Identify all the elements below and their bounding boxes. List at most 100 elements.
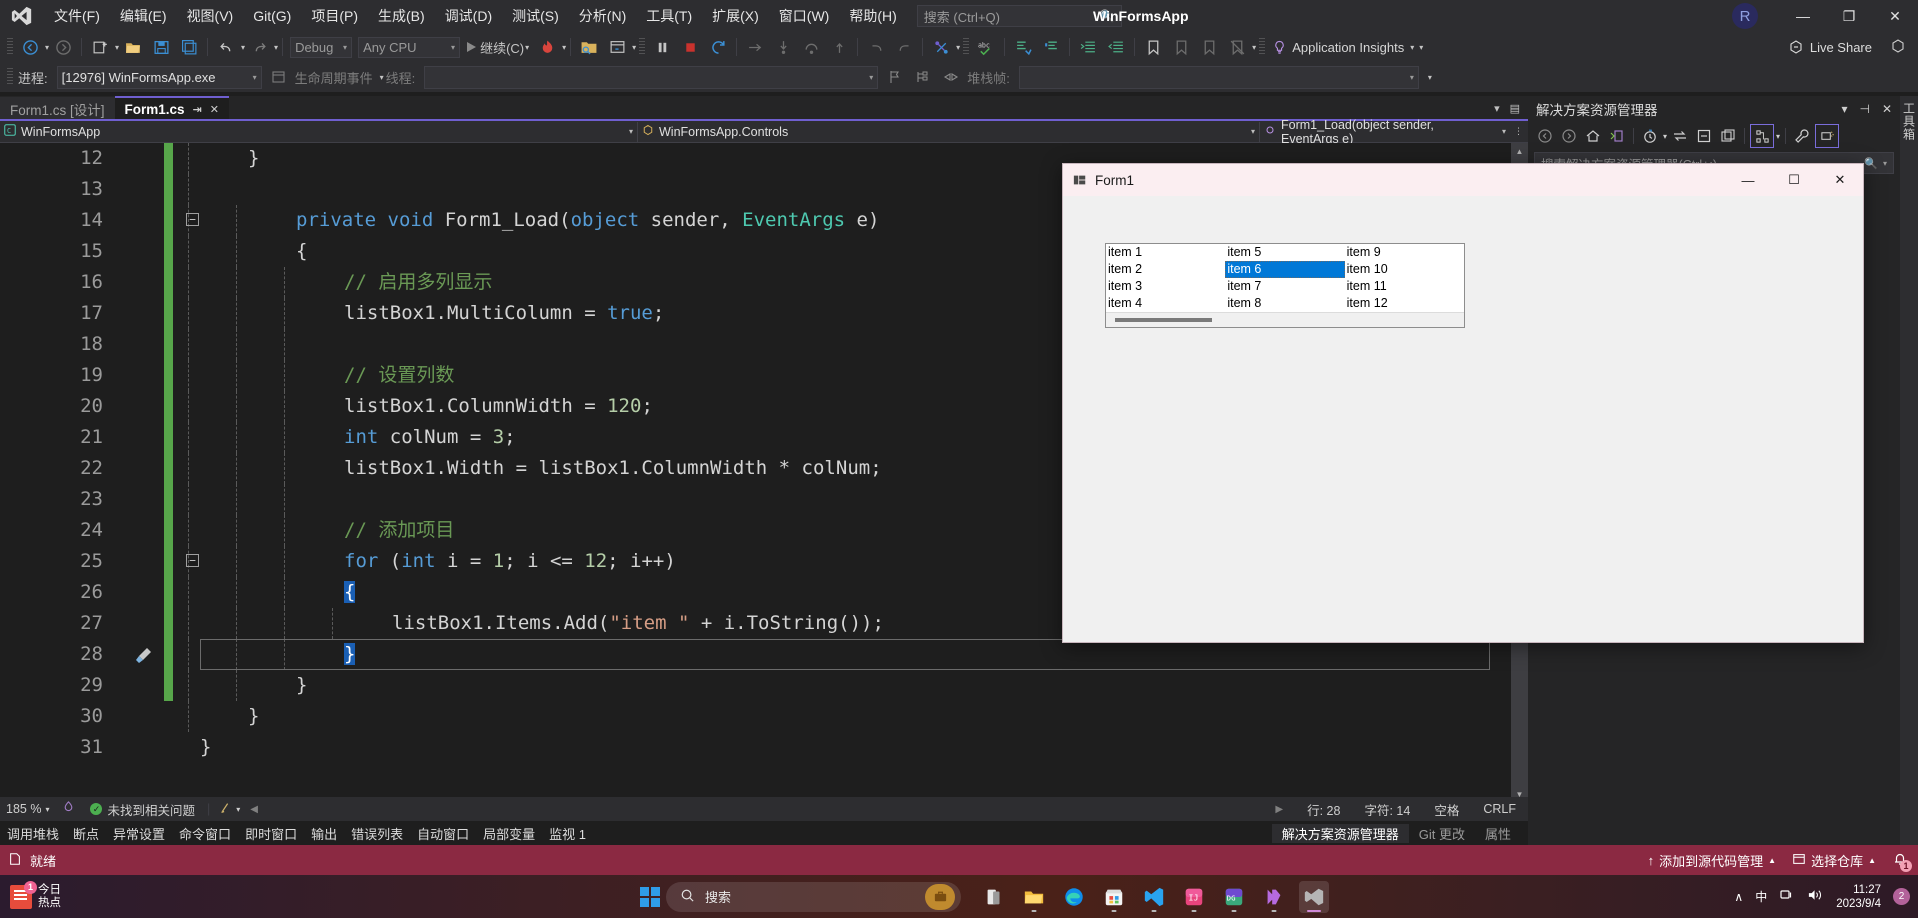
collapse-strip-icon[interactable]: ◀ <box>240 804 268 815</box>
platform-combo[interactable]: Any CPU ▾ <box>358 37 460 58</box>
debug-toolbar-overflow-icon[interactable]: ▾ <box>1428 73 1432 82</box>
tray-expand-icon[interactable]: ∧ <box>1734 890 1743 904</box>
news-and-interests-widget[interactable]: 1 今日 热点 <box>0 884 61 910</box>
home-icon[interactable] <box>1582 125 1604 147</box>
show-all-files-caret-icon[interactable]: ▾ <box>1776 132 1780 141</box>
listbox-item[interactable]: item 10 <box>1345 261 1464 278</box>
toolbox-vertical-tab[interactable]: 工具箱 <box>1900 96 1918 845</box>
listbox-item[interactable]: item 2 <box>1106 261 1225 278</box>
properties-window-icon[interactable] <box>1717 125 1739 147</box>
toggle-threads-icon[interactable] <box>937 65 965 89</box>
intellicode-status-icon[interactable] <box>214 801 236 818</box>
form1-maximize-button[interactable]: ☐ <box>1771 164 1817 196</box>
navigate-forward-icon[interactable] <box>49 35 77 59</box>
step-out-icon[interactable] <box>825 35 853 59</box>
taskbar-clock[interactable]: 11:27 2023/9/4 <box>1836 883 1881 911</box>
navbar-project-dropdown[interactable]: C WinFormsApp ▾ <box>0 122 638 142</box>
app-intellij-idea-icon[interactable]: IJ <box>1179 881 1209 913</box>
tab-list-dropdown-icon[interactable]: ▾ <box>1494 102 1500 115</box>
line-ending-status[interactable]: CRLF <box>1471 802 1528 816</box>
code-health-icon[interactable] <box>55 800 82 818</box>
bookmark-caret-icon[interactable]: ▾ <box>1252 43 1256 52</box>
code-line[interactable]: 30} <box>0 701 1500 732</box>
menu-help[interactable]: 帮助(H) <box>839 0 906 32</box>
lifecycle-caret-icon[interactable]: ▾ <box>380 73 384 82</box>
toolbar-grip-2[interactable] <box>639 38 645 56</box>
pause-button[interactable] <box>648 35 676 59</box>
menu-debug[interactable]: 调试(D) <box>435 0 502 32</box>
save-icon[interactable] <box>147 35 175 59</box>
listbox-item[interactable]: item 4 <box>1106 295 1225 312</box>
app-edge-icon[interactable] <box>1059 881 1089 913</box>
form1-minimize-button[interactable]: — <box>1725 164 1771 196</box>
toolbar-grip-3[interactable] <box>963 38 969 56</box>
panel-tab[interactable]: 解决方案资源管理器 <box>1272 824 1409 843</box>
forward-arrow-icon[interactable] <box>1558 125 1580 147</box>
app-microsoft-store-icon[interactable] <box>1099 881 1129 913</box>
toolbar-overflow-icon[interactable]: ▾ <box>1419 43 1423 52</box>
menu-edit[interactable]: 编辑(E) <box>110 0 177 32</box>
form1-close-button[interactable]: ✕ <box>1817 164 1863 196</box>
pin-panel-icon[interactable]: ⊣ <box>1859 102 1869 116</box>
decrease-indent-icon[interactable] <box>1102 35 1130 59</box>
step-back-icon[interactable] <box>862 35 890 59</box>
restart-debugging-button[interactable] <box>704 35 732 59</box>
taskbar-search-input[interactable]: 搜索 <box>666 882 961 912</box>
panel-tab[interactable]: 属性 <box>1475 824 1521 843</box>
notification-center-badge[interactable]: 2 <box>1893 888 1910 905</box>
window-layout-caret-icon[interactable]: ▾ <box>632 43 636 52</box>
navbar-type-dropdown[interactable]: WinFormsApp.Controls ▾ <box>638 122 1260 142</box>
indentation-status[interactable]: 空格 <box>1422 800 1471 819</box>
listbox-item[interactable]: item 5 <box>1225 244 1344 261</box>
live-share-button[interactable]: Live Share <box>1788 32 1872 62</box>
minimize-button[interactable]: — <box>1780 0 1826 32</box>
code-line[interactable]: 29} <box>0 670 1500 701</box>
account-avatar[interactable]: R <box>1732 3 1758 29</box>
navigate-backward-icon[interactable] <box>16 35 44 59</box>
listbox-item[interactable]: item 8 <box>1225 295 1344 312</box>
spell-check-icon[interactable]: abc <box>972 35 1000 59</box>
close-button[interactable]: ✕ <box>1872 0 1918 32</box>
step-into-icon[interactable] <box>769 35 797 59</box>
preview-selected-items-icon[interactable] <box>1815 124 1839 148</box>
code-line[interactable]: 31} <box>0 732 1500 763</box>
menu-project[interactable]: 项目(P) <box>301 0 368 32</box>
configuration-combo[interactable]: Debug ▾ <box>290 37 352 58</box>
issues-status[interactable]: ✓ 未找到相关问题 <box>82 800 203 819</box>
close-tab-icon[interactable]: ✕ <box>210 103 219 116</box>
open-file-icon[interactable] <box>119 35 147 59</box>
notifications-button[interactable]: 1 <box>1892 851 1908 870</box>
briefcase-icon[interactable] <box>925 884 955 910</box>
history-caret-icon[interactable]: ▾ <box>1663 132 1667 141</box>
debug-tool-tab[interactable]: 命令窗口 <box>172 824 238 843</box>
flag-thread-icon[interactable] <box>881 65 909 89</box>
select-repository-button[interactable]: 选择仓库 ▲ <box>1792 851 1876 870</box>
intellicode-caret-icon[interactable]: ▾ <box>956 43 960 52</box>
menu-extensions[interactable]: 扩展(X) <box>702 0 769 32</box>
navbar-member-dropdown[interactable]: Form1_Load(object sender, EventArgs e) ▾ <box>1260 122 1510 142</box>
toggle-bookmark-icon[interactable] <box>1139 35 1167 59</box>
debug-tool-tab[interactable]: 即时窗口 <box>238 824 304 843</box>
process-combo[interactable]: [12976] WinFormsApp.exe ▾ <box>57 66 262 89</box>
redo-caret-icon[interactable]: ▾ <box>274 43 278 52</box>
debug-tool-tab[interactable]: 错误列表 <box>344 824 410 843</box>
tab-form1-designer[interactable]: Form1.cs [设计] <box>0 97 115 120</box>
send-feedback-icon[interactable] <box>1890 38 1906 58</box>
toolbar-grip[interactable] <box>7 38 13 56</box>
listbox-scroll-thumb[interactable] <box>1115 318 1212 322</box>
menu-analyze[interactable]: 分析(N) <box>569 0 636 32</box>
scroll-up-arrow-icon[interactable]: ▲ <box>1511 143 1528 160</box>
toolbar-grip-4[interactable] <box>1259 38 1265 56</box>
app-nvidia-icon[interactable] <box>1259 881 1289 913</box>
history-icon[interactable] <box>1639 125 1661 147</box>
debug-toolbar-grip[interactable] <box>7 68 13 86</box>
hot-reload-icon[interactable] <box>533 35 561 59</box>
listbox-item[interactable]: item 11 <box>1345 278 1464 295</box>
stop-debugging-button[interactable] <box>676 35 704 59</box>
close-panel-icon[interactable]: ✕ <box>1882 102 1892 116</box>
menu-test[interactable]: 测试(S) <box>502 0 569 32</box>
navbar-overflow-icon[interactable]: ⋮ <box>1510 126 1527 137</box>
listbox-item[interactable]: item 6 <box>1225 261 1344 278</box>
show-all-files-icon[interactable] <box>1750 124 1774 148</box>
pending-changes-icon[interactable] <box>1606 125 1628 147</box>
